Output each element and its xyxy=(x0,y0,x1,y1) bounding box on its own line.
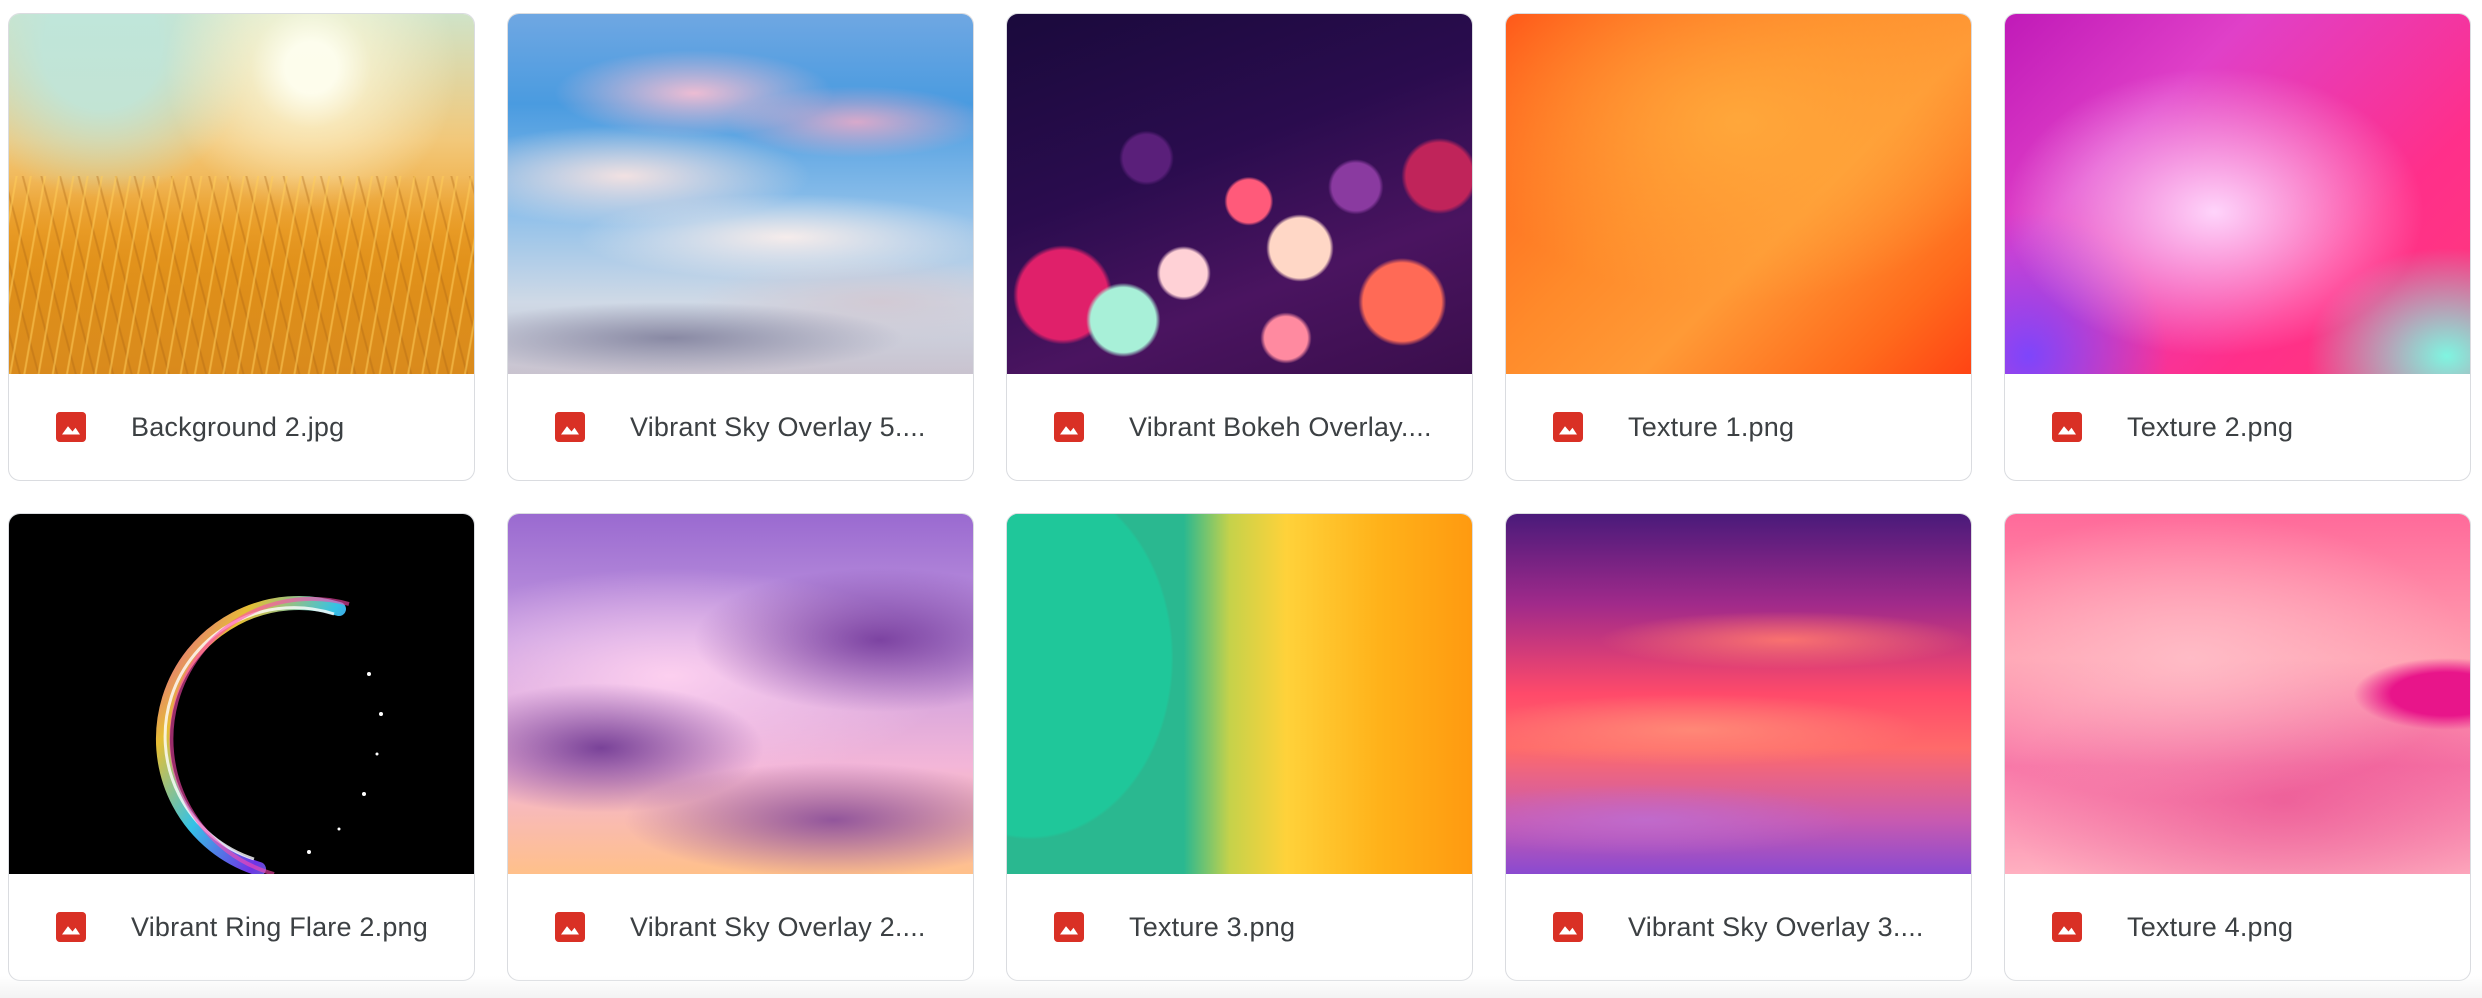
file-name: Vibrant Sky Overlay 3.... xyxy=(1628,911,1924,942)
image-file-icon xyxy=(555,912,585,942)
file-thumbnail xyxy=(1007,514,1472,874)
file-thumbnail xyxy=(508,14,973,374)
image-file-icon xyxy=(56,912,86,942)
file-name: Vibrant Sky Overlay 5.... xyxy=(630,411,926,442)
ring-flare-graphic xyxy=(155,595,383,874)
file-card-texture-4[interactable]: Texture 4.png xyxy=(2004,513,2471,981)
image-file-icon xyxy=(1553,412,1583,442)
file-name: Vibrant Ring Flare 2.png xyxy=(131,911,428,942)
image-file-icon xyxy=(56,412,86,442)
file-name: Vibrant Bokeh Overlay.... xyxy=(1129,411,1432,442)
file-thumbnail xyxy=(9,14,474,374)
file-card-vibrant-sky-overlay-3[interactable]: Vibrant Sky Overlay 3.... xyxy=(1505,513,1972,981)
file-thumbnail xyxy=(1506,14,1971,374)
file-thumbnail xyxy=(1007,14,1472,374)
file-footer: Vibrant Sky Overlay 3.... xyxy=(1506,874,1971,980)
file-card-vibrant-bokeh-overlay[interactable]: Vibrant Bokeh Overlay.... xyxy=(1006,13,1473,481)
file-thumbnail xyxy=(2005,14,2470,374)
file-card-vibrant-ring-flare-2[interactable]: Vibrant Ring Flare 2.png xyxy=(8,513,475,981)
image-file-icon xyxy=(1054,912,1084,942)
file-name: Texture 1.png xyxy=(1628,411,1795,442)
file-card-texture-2[interactable]: Texture 2.png xyxy=(2004,13,2471,481)
file-thumbnail xyxy=(508,514,973,874)
file-name: Texture 2.png xyxy=(2127,411,2294,442)
file-name: Texture 4.png xyxy=(2127,911,2294,942)
image-file-icon xyxy=(2052,912,2082,942)
image-file-icon xyxy=(2052,412,2082,442)
file-name: Texture 3.png xyxy=(1129,911,1296,942)
file-footer: Vibrant Sky Overlay 2.... xyxy=(508,874,973,980)
file-footer: Vibrant Ring Flare 2.png xyxy=(9,874,474,980)
file-footer: Texture 2.png xyxy=(2005,374,2470,480)
file-footer: Background 2.jpg xyxy=(9,374,474,480)
file-card-vibrant-sky-overlay-5[interactable]: Vibrant Sky Overlay 5.... xyxy=(507,13,974,481)
file-thumbnail xyxy=(2005,514,2470,874)
file-card-texture-1[interactable]: Texture 1.png xyxy=(1505,13,1972,481)
file-footer: Vibrant Bokeh Overlay.... xyxy=(1007,374,1472,480)
file-footer: Texture 3.png xyxy=(1007,874,1472,980)
file-name: Background 2.jpg xyxy=(131,411,345,442)
file-card-background-2[interactable]: Background 2.jpg xyxy=(8,13,475,481)
file-grid: Background 2.jpg Vibrant Sky Overlay 5..… xyxy=(8,13,2474,981)
file-footer: Texture 4.png xyxy=(2005,874,2470,980)
scroll-shadow xyxy=(0,976,2482,998)
file-footer: Vibrant Sky Overlay 5.... xyxy=(508,374,973,480)
file-card-texture-3[interactable]: Texture 3.png xyxy=(1006,513,1473,981)
image-file-icon xyxy=(555,412,585,442)
image-file-icon xyxy=(1054,412,1084,442)
file-thumbnail xyxy=(9,514,474,874)
file-thumbnail xyxy=(1506,514,1971,874)
image-file-icon xyxy=(1553,912,1583,942)
file-footer: Texture 1.png xyxy=(1506,374,1971,480)
file-name: Vibrant Sky Overlay 2.... xyxy=(630,911,926,942)
file-card-vibrant-sky-overlay-2[interactable]: Vibrant Sky Overlay 2.... xyxy=(507,513,974,981)
